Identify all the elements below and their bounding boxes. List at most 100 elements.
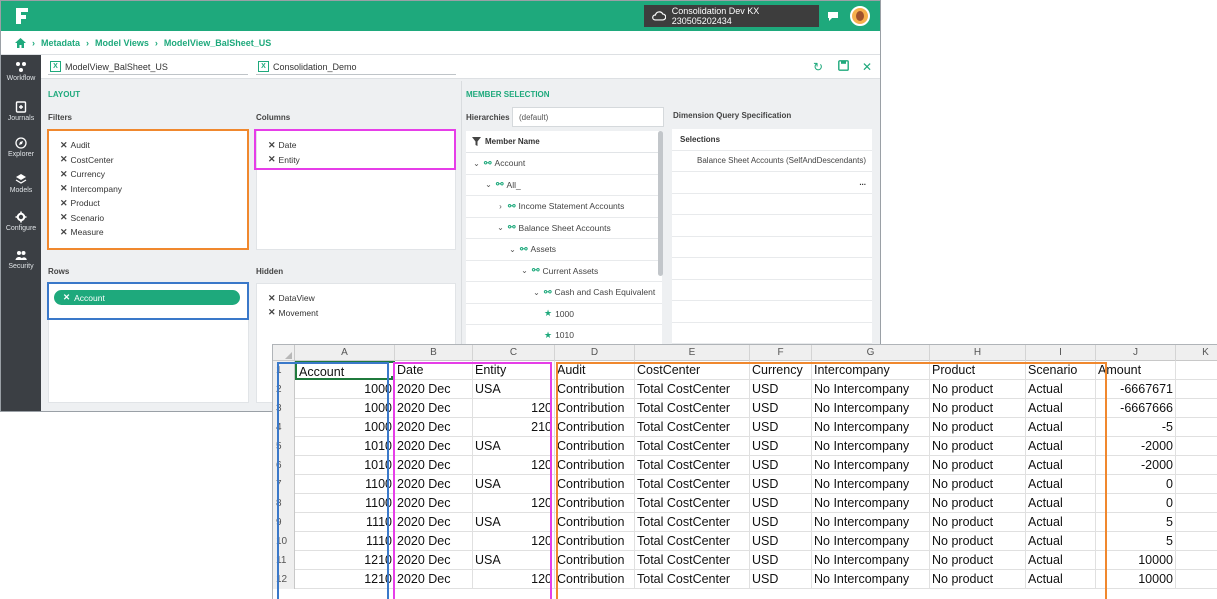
sheet-cell[interactable]: Total CostCenter xyxy=(635,551,750,570)
sheet-cell[interactable]: 1100 xyxy=(295,494,395,513)
refresh-icon[interactable]: ↻ xyxy=(811,60,825,74)
sheet-cell[interactable]: Actual xyxy=(1026,456,1096,475)
tree-node[interactable]: ⌄ ⚯ All_ xyxy=(466,175,662,196)
tree-node[interactable]: ★ 1000 xyxy=(466,304,662,325)
sheet-cell[interactable]: USD xyxy=(750,513,812,532)
sheet-cell[interactable]: USA xyxy=(473,475,555,494)
sheet-cell[interactable]: 1110 xyxy=(295,532,395,551)
row-number[interactable]: 2 xyxy=(273,380,295,399)
filters-dropzone[interactable]: ✕ Audit ✕ CostCenter ✕ Currency ✕ Intercompa… xyxy=(48,130,249,250)
chevron-down-icon[interactable]: ⌄ xyxy=(484,180,493,189)
breadcrumb-metadata[interactable]: Metadata xyxy=(41,38,80,48)
filter-measure[interactable]: ✕ Measure xyxy=(49,225,248,240)
sheet-cell[interactable]: Contribution xyxy=(555,399,635,418)
column-header[interactable]: K xyxy=(1176,345,1217,361)
sheet-cell[interactable]: USD xyxy=(750,475,812,494)
sheet-cell[interactable] xyxy=(1176,570,1217,589)
breadcrumb-model-views[interactable]: Model Views xyxy=(95,38,149,48)
sheet-cell[interactable]: Total CostCenter xyxy=(635,475,750,494)
sheet-cell[interactable]: Contribution xyxy=(555,418,635,437)
chevron-down-icon[interactable]: ⌄ xyxy=(496,223,505,232)
tree-node[interactable]: ⌄ ⚯ Cash and Cash Equivalent xyxy=(466,282,662,304)
tree-node[interactable]: ⌄ ⚯ Assets xyxy=(466,239,662,261)
sheet-cell[interactable]: Contribution xyxy=(555,551,635,570)
sheet-cell[interactable]: USD xyxy=(750,437,812,456)
sheet-cell[interactable]: Currency xyxy=(750,361,812,380)
sidebar-item-explorer[interactable]: Explorer xyxy=(1,135,41,169)
column-header[interactable]: H xyxy=(930,345,1026,361)
sheet-cell[interactable]: No Intercompany xyxy=(812,494,930,513)
column-header[interactable]: G xyxy=(812,345,930,361)
sheet-cell[interactable]: No product xyxy=(930,532,1026,551)
sheet-cell[interactable]: Scenario xyxy=(1026,361,1096,380)
sheet-cell[interactable]: 1210 xyxy=(295,570,395,589)
sidebar-item-journals[interactable]: Journals xyxy=(1,99,41,133)
sheet-cell[interactable]: 2020 Dec xyxy=(395,380,473,399)
sheet-cell[interactable]: Contribution xyxy=(555,570,635,589)
selection-item[interactable]: Balance Sheet Accounts (SelfAndDescendan… xyxy=(672,151,872,172)
sheet-cell[interactable]: USD xyxy=(750,494,812,513)
sheet-cell[interactable]: No product xyxy=(930,475,1026,494)
sheet-cell[interactable]: No product xyxy=(930,513,1026,532)
sheet-cell[interactable]: No product xyxy=(930,456,1026,475)
sheet-cell[interactable]: No Intercompany xyxy=(812,399,930,418)
sheet-cell[interactable]: -5 xyxy=(1096,418,1176,437)
chevron-down-icon[interactable]: ⌄ xyxy=(532,288,541,297)
sheet-cell[interactable]: No Intercompany xyxy=(812,456,930,475)
sheet-cell[interactable]: -6667671 xyxy=(1096,380,1176,399)
avatar[interactable] xyxy=(850,6,870,26)
chat-icon[interactable] xyxy=(827,10,839,22)
sheet-cell[interactable]: Total CostCenter xyxy=(635,399,750,418)
sheet-cell[interactable]: -2000 xyxy=(1096,456,1176,475)
sheet-cell[interactable]: 120 xyxy=(473,570,555,589)
sheet-cell[interactable]: No product xyxy=(930,380,1026,399)
sheet-cell[interactable]: 1000 xyxy=(295,380,395,399)
save-icon[interactable] xyxy=(836,60,850,74)
sheet-cell[interactable]: Total CostCenter xyxy=(635,494,750,513)
column-header[interactable]: B xyxy=(395,345,473,361)
sheet-cell[interactable]: Contribution xyxy=(555,456,635,475)
filter-scenario[interactable]: ✕ Scenario xyxy=(49,211,248,226)
chevron-down-icon[interactable]: ⌄ xyxy=(472,159,481,168)
column-header[interactable]: I xyxy=(1026,345,1096,361)
row-number[interactable]: 10 xyxy=(273,532,295,551)
sheet-cell[interactable]: 2020 Dec xyxy=(395,570,473,589)
filter-intercompany[interactable]: ✕ Intercompany xyxy=(49,182,248,197)
sheet-cell[interactable]: 2020 Dec xyxy=(395,418,473,437)
chevron-right-icon[interactable]: › xyxy=(496,202,505,211)
filter-audit[interactable]: ✕ Audit xyxy=(49,138,248,153)
sheet-cell[interactable]: USD xyxy=(750,380,812,399)
sheet-cell[interactable]: Audit xyxy=(555,361,635,380)
sheet-cell[interactable]: Contribution xyxy=(555,513,635,532)
filter-currency[interactable]: ✕ Currency xyxy=(49,167,248,182)
sheet-cell[interactable]: 2020 Dec xyxy=(395,475,473,494)
sheet-cell[interactable]: Account xyxy=(295,361,395,380)
row-number[interactable]: 12 xyxy=(273,570,295,589)
sheet-cell[interactable]: 120 xyxy=(473,532,555,551)
sheet-cell[interactable]: 1010 xyxy=(295,456,395,475)
application-field[interactable]: X Consolidation_Demo xyxy=(256,59,456,75)
member-name-header[interactable]: Member Name xyxy=(466,131,662,153)
home-icon[interactable] xyxy=(15,37,26,48)
sheet-cell[interactable]: No product xyxy=(930,418,1026,437)
sheet-cell[interactable]: No Intercompany xyxy=(812,551,930,570)
column-date[interactable]: ✕ Date xyxy=(257,138,455,153)
row-number[interactable]: 9 xyxy=(273,513,295,532)
sheet-cell[interactable]: 0 xyxy=(1096,494,1176,513)
sheet-cell[interactable]: 1110 xyxy=(295,513,395,532)
sheet-cell[interactable]: USA xyxy=(473,551,555,570)
sheet-cell[interactable] xyxy=(1176,513,1217,532)
sheet-cell[interactable] xyxy=(1176,456,1217,475)
column-header[interactable]: J xyxy=(1096,345,1176,361)
hierarchy-select[interactable]: (default) xyxy=(512,107,664,127)
sheet-cell[interactable]: Actual xyxy=(1026,570,1096,589)
sheet-cell[interactable]: Actual xyxy=(1026,380,1096,399)
sheet-cell[interactable]: Total CostCenter xyxy=(635,380,750,399)
column-header[interactable]: F xyxy=(750,345,812,361)
sheet-cell[interactable]: Total CostCenter xyxy=(635,570,750,589)
sheet-cell[interactable] xyxy=(1176,475,1217,494)
sheet-cell[interactable]: USD xyxy=(750,532,812,551)
sheet-cell[interactable]: Contribution xyxy=(555,532,635,551)
sheet-cell[interactable] xyxy=(1176,437,1217,456)
sheet-cell[interactable]: No Intercompany xyxy=(812,570,930,589)
